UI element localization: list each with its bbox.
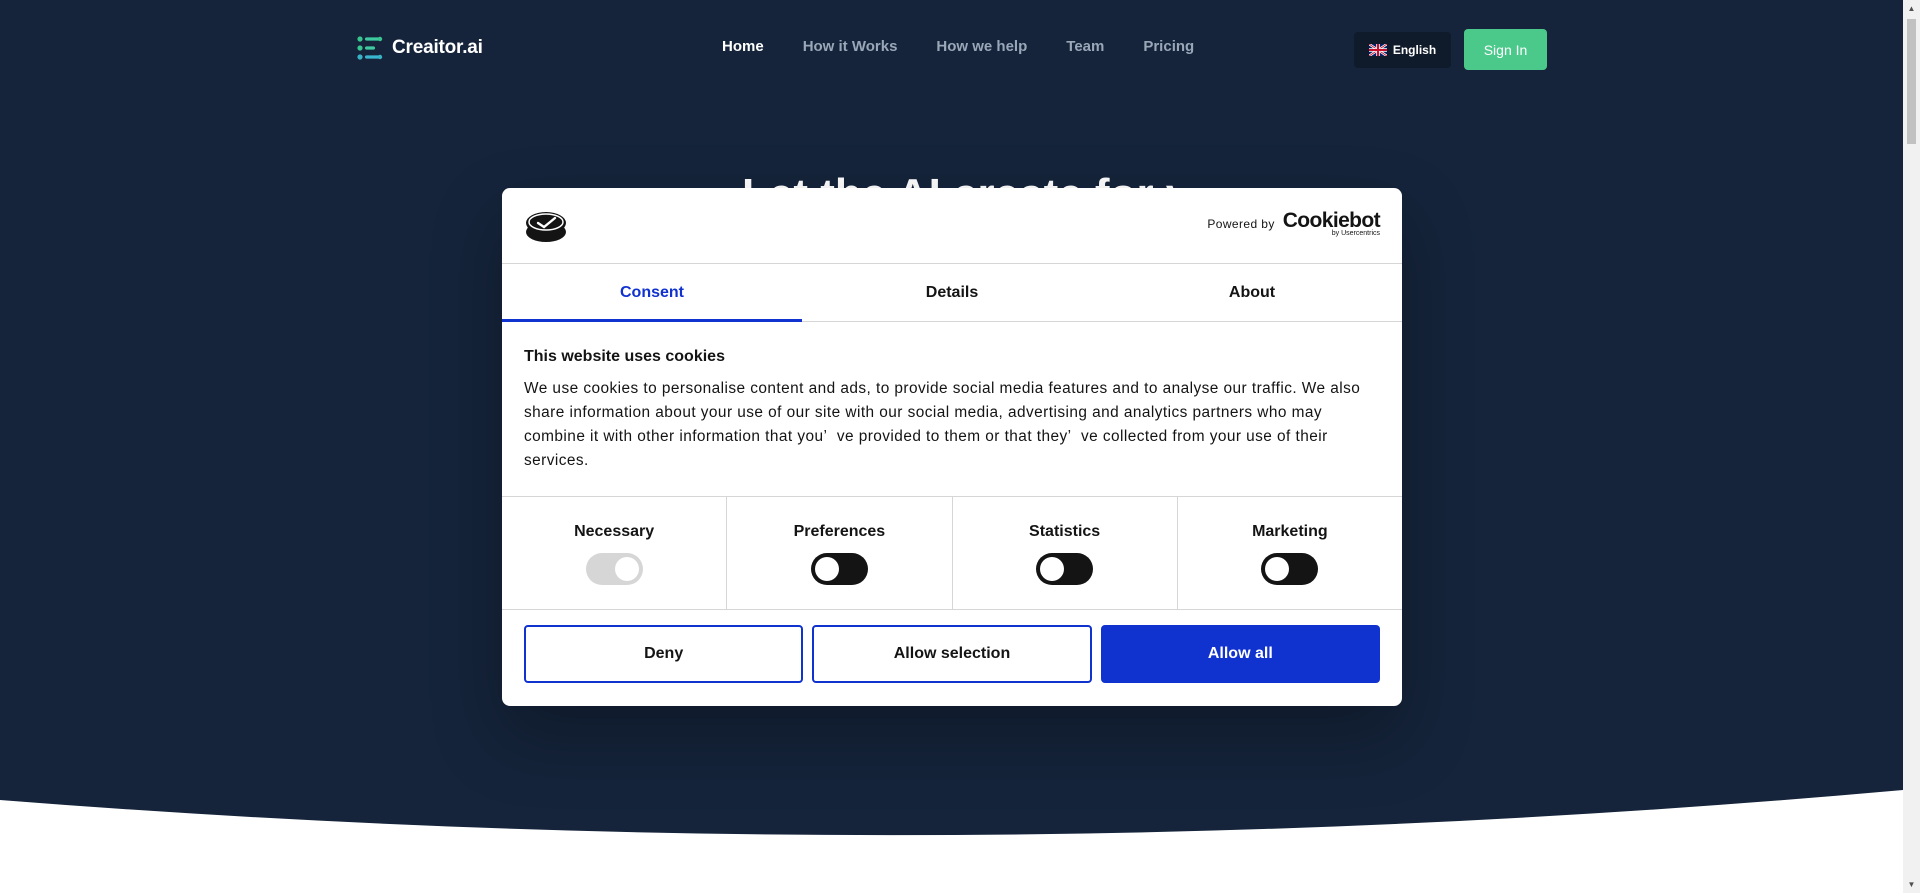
cookie-title: This website uses cookies — [524, 348, 725, 365]
allow-all-button[interactable]: Allow all — [1100, 625, 1380, 683]
tab-details[interactable]: Details — [802, 265, 1102, 321]
cookie-dialog-header: Powered by Cookiebot by Usercentrics — [502, 188, 1402, 264]
nav-team[interactable]: Team — [1066, 38, 1104, 55]
tab-about[interactable]: About — [1102, 265, 1402, 321]
marketing-toggle[interactable] — [1261, 553, 1319, 585]
category-preferences: Preferences — [727, 497, 953, 609]
category-label: Preferences — [793, 523, 886, 540]
toggle-knob — [1040, 557, 1065, 581]
deny-button[interactable]: Deny — [524, 625, 804, 683]
page-scrollbar[interactable]: ▲ ▼ — [1903, 0, 1920, 893]
tab-consent[interactable]: Consent — [502, 265, 802, 322]
language-label: English — [1392, 43, 1437, 57]
site-header: Creaitor.ai Home How it Works How we hel… — [0, 0, 1903, 100]
brand-logo[interactable]: Creaitor.ai — [356, 34, 483, 62]
cookie-consent-dialog: Powered by Cookiebot by Usercentrics Con… — [502, 188, 1402, 706]
uk-flag-icon — [1368, 44, 1387, 56]
cookie-actions: Deny Allow selection Allow all — [524, 625, 1380, 683]
creaitor-logo-icon — [357, 36, 383, 60]
nav-how-we-help[interactable]: How we help — [936, 38, 1027, 55]
necessary-toggle — [585, 553, 643, 585]
toggle-knob — [614, 557, 639, 581]
nav-home[interactable]: Home — [722, 38, 764, 55]
category-label: Necessary — [574, 523, 655, 540]
main-nav: Home How it Works How we help Team Prici… — [722, 38, 1194, 55]
cookie-text: We use cookies to personalise content an… — [524, 380, 1361, 469]
category-label: Statistics — [1029, 523, 1101, 540]
category-necessary: Necessary — [502, 497, 728, 609]
statistics-toggle[interactable] — [1036, 553, 1094, 585]
language-selector[interactable]: English — [1354, 32, 1451, 68]
powered-by-cookiebot[interactable]: Powered by Cookiebot by Usercentrics — [1207, 210, 1380, 238]
cookie-description: This website uses cookies We use cookies… — [524, 348, 1380, 473]
toggle-knob — [1265, 557, 1290, 581]
powered-by-label: Powered by — [1207, 217, 1275, 231]
sign-in-button[interactable]: Sign In — [1464, 29, 1547, 70]
nav-how-it-works[interactable]: How it Works — [803, 38, 898, 55]
cookiebot-brand: Cookiebot by Usercentrics — [1282, 209, 1381, 238]
scroll-up-arrow-icon[interactable]: ▲ — [1903, 0, 1920, 17]
category-statistics: Statistics — [953, 497, 1178, 609]
cookiebot-sub: by Usercentrics — [1331, 230, 1380, 237]
cookie-categories: Necessary Preferences Statistics Marketi… — [502, 496, 1402, 610]
nav-pricing[interactable]: Pricing — [1143, 38, 1194, 55]
cookie-tabs: Consent Details About — [502, 265, 1402, 322]
category-marketing: Marketing — [1178, 497, 1402, 609]
scroll-thumb[interactable] — [1907, 19, 1916, 144]
cookiebot-name: Cookiebot — [1282, 209, 1381, 232]
cookiebot-logo-icon — [526, 212, 566, 242]
category-label: Marketing — [1252, 523, 1328, 540]
allow-selection-button[interactable]: Allow selection — [812, 625, 1092, 683]
scroll-down-arrow-icon[interactable]: ▼ — [1903, 876, 1920, 893]
toggle-knob — [814, 557, 839, 581]
brand-name: Creaitor.ai — [392, 37, 483, 58]
preferences-toggle[interactable] — [810, 553, 868, 585]
